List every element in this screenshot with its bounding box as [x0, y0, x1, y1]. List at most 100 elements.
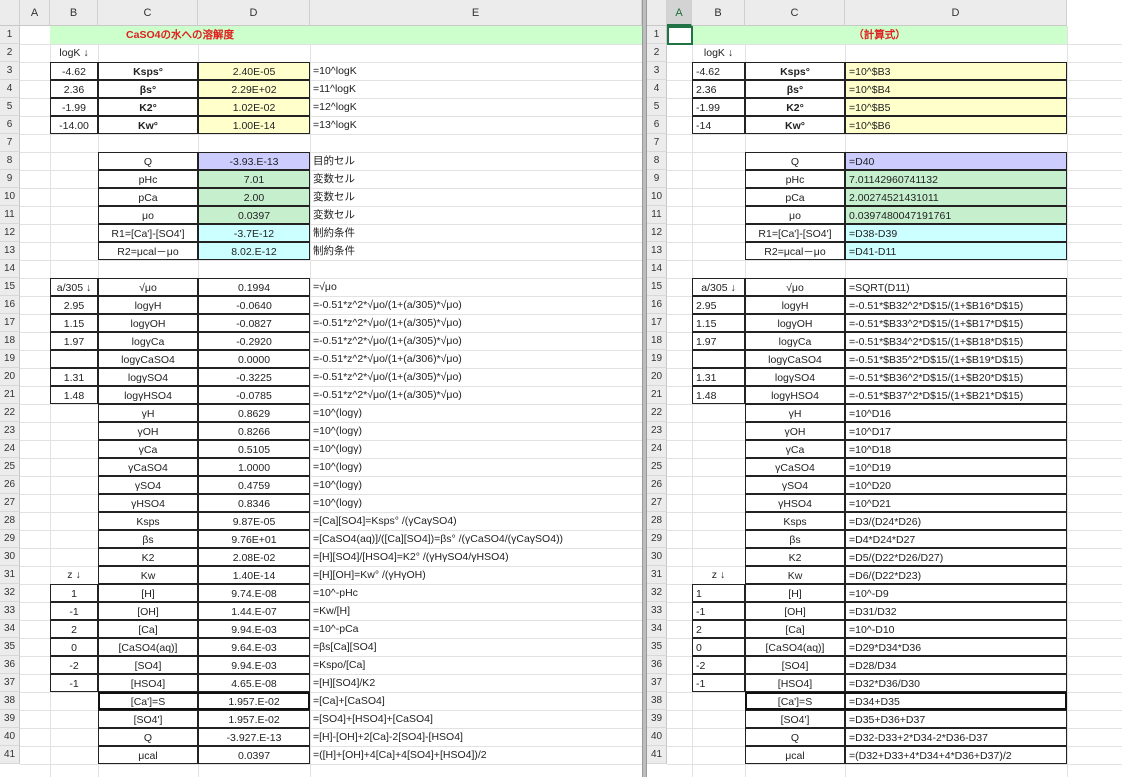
- row-header[interactable]: 18: [647, 332, 667, 350]
- calc-name[interactable]: [CaSO4(aq)]: [98, 638, 198, 656]
- row-header[interactable]: 28: [647, 512, 667, 530]
- row-header[interactable]: 17: [0, 314, 20, 332]
- param-value[interactable]: 1.48: [50, 386, 98, 404]
- row-header[interactable]: 33: [0, 602, 20, 620]
- row-header[interactable]: 34: [647, 620, 667, 638]
- calc-name[interactable]: γCaSO4: [745, 458, 845, 476]
- variable-name[interactable]: μo: [98, 206, 198, 224]
- calc-formula[interactable]: =D4*D24*D27: [845, 530, 1067, 548]
- calc-name[interactable]: logγCa: [745, 332, 845, 350]
- calc-name[interactable]: [Ca]: [98, 620, 198, 638]
- calc-value[interactable]: 0.8346: [198, 494, 310, 512]
- param-value[interactable]: 1: [692, 584, 745, 602]
- row-header[interactable]: 14: [0, 260, 20, 278]
- row-header[interactable]: 37: [0, 674, 20, 692]
- row-header[interactable]: 12: [647, 224, 667, 242]
- calc-name[interactable]: Ksps: [98, 512, 198, 530]
- calc-name[interactable]: [H]: [745, 584, 845, 602]
- row-header[interactable]: 30: [0, 548, 20, 566]
- calc-name[interactable]: Kw: [98, 566, 198, 584]
- row-header[interactable]: 32: [0, 584, 20, 602]
- constant-name[interactable]: βs°: [98, 80, 198, 98]
- calc-name[interactable]: [HSO4]: [745, 674, 845, 692]
- variable-name[interactable]: pHc: [98, 170, 198, 188]
- row-header[interactable]: 2: [647, 44, 667, 62]
- row-header[interactable]: 25: [647, 458, 667, 476]
- param-value[interactable]: 2: [692, 620, 745, 638]
- calc-formula[interactable]: =-0.51*$B37^2*D$15/(1+$B21*D$15): [845, 386, 1067, 404]
- variable-formula[interactable]: =D41-D11: [845, 242, 1067, 260]
- column-header-c[interactable]: C: [98, 0, 198, 26]
- column-header-b[interactable]: B: [50, 0, 98, 26]
- calc-name[interactable]: μcal: [98, 746, 198, 764]
- param-value-empty[interactable]: [692, 350, 745, 368]
- param-value[interactable]: -2: [50, 656, 98, 674]
- row-header[interactable]: 36: [0, 656, 20, 674]
- column-header-c[interactable]: C: [745, 0, 845, 26]
- calc-name[interactable]: [H]: [98, 584, 198, 602]
- row-header[interactable]: 24: [647, 440, 667, 458]
- calc-formula[interactable]: =D28/D34: [845, 656, 1067, 674]
- row-header[interactable]: 6: [647, 116, 667, 134]
- calc-formula[interactable]: =-0.51*$B34^2*D$15/(1+$B18*D$15): [845, 332, 1067, 350]
- row-header[interactable]: 27: [647, 494, 667, 512]
- calc-name[interactable]: γH: [745, 404, 845, 422]
- row-header[interactable]: 3: [0, 62, 20, 80]
- param-value[interactable]: 1.97: [692, 332, 745, 350]
- row-header[interactable]: 29: [647, 530, 667, 548]
- calc-name[interactable]: [Ca]: [745, 620, 845, 638]
- select-all-corner[interactable]: [0, 0, 20, 26]
- a305-label[interactable]: a/305 ↓: [692, 278, 745, 296]
- row-header[interactable]: 19: [0, 350, 20, 368]
- row-header[interactable]: 26: [0, 476, 20, 494]
- row-header[interactable]: 19: [647, 350, 667, 368]
- param-value[interactable]: -1: [692, 602, 745, 620]
- calc-value[interactable]: 0.1994: [198, 278, 310, 296]
- calc-name[interactable]: logγSO4: [98, 368, 198, 386]
- calc-value[interactable]: -0.2920: [198, 332, 310, 350]
- calc-name[interactable]: γSO4: [98, 476, 198, 494]
- calc-name[interactable]: logγHSO4: [98, 386, 198, 404]
- row-header[interactable]: 4: [647, 80, 667, 98]
- variable-name[interactable]: Q: [745, 152, 845, 170]
- param-value[interactable]: 2: [50, 620, 98, 638]
- row-header[interactable]: 30: [647, 548, 667, 566]
- row-header[interactable]: 2: [0, 44, 20, 62]
- calc-value[interactable]: -0.0827: [198, 314, 310, 332]
- calc-name[interactable]: βs: [98, 530, 198, 548]
- logk-value[interactable]: -14: [692, 116, 745, 134]
- row-header[interactable]: 10: [0, 188, 20, 206]
- variable-name[interactable]: R1=[Ca']-[SO4']: [745, 224, 845, 242]
- calc-formula[interactable]: =D6/(D22*D23): [845, 566, 1067, 584]
- calc-formula[interactable]: =10^D17: [845, 422, 1067, 440]
- constant-formula[interactable]: =10^$B3: [845, 62, 1067, 80]
- row-header[interactable]: 4: [0, 80, 20, 98]
- variable-name[interactable]: R1=[Ca']-[SO4']: [98, 224, 198, 242]
- row-header[interactable]: 14: [647, 260, 667, 278]
- calc-value[interactable]: 0.8266: [198, 422, 310, 440]
- calc-formula[interactable]: =D32-D33+2*D34-2*D36-D37: [845, 728, 1067, 746]
- row-header[interactable]: 31: [647, 566, 667, 584]
- calc-name[interactable]: √μo: [745, 278, 845, 296]
- calc-formula[interactable]: =10^D20: [845, 476, 1067, 494]
- calc-name[interactable]: γH: [98, 404, 198, 422]
- calc-name[interactable]: γHSO4: [98, 494, 198, 512]
- calc-name[interactable]: Ksps: [745, 512, 845, 530]
- row-header[interactable]: 35: [0, 638, 20, 656]
- active-cell-a1[interactable]: [667, 26, 693, 45]
- calc-formula[interactable]: =-0.51*$B32^2*D$15/(1+$B16*D$15): [845, 296, 1067, 314]
- row-header[interactable]: 13: [647, 242, 667, 260]
- right-sheet-pane[interactable]: A B C D 1 2 3 4 5 6 7 8 9 10 11 12 13 14 15 16 17 18 19 20 21 22 2…: [647, 0, 1122, 777]
- calc-name[interactable]: βs: [745, 530, 845, 548]
- calc-name[interactable]: γHSO4: [745, 494, 845, 512]
- row-header[interactable]: 11: [0, 206, 20, 224]
- variable-formula[interactable]: 0.0397480047191761: [845, 206, 1067, 224]
- calc-name[interactable]: logγCa: [98, 332, 198, 350]
- row-header[interactable]: 12: [0, 224, 20, 242]
- calc-name[interactable]: γCaSO4: [98, 458, 198, 476]
- a305-label[interactable]: a/305 ↓: [50, 278, 98, 296]
- constant-formula[interactable]: =10^$B4: [845, 80, 1067, 98]
- row-header[interactable]: 41: [0, 746, 20, 764]
- column-header-a[interactable]: A: [667, 0, 692, 26]
- calc-value[interactable]: 0.5105: [198, 440, 310, 458]
